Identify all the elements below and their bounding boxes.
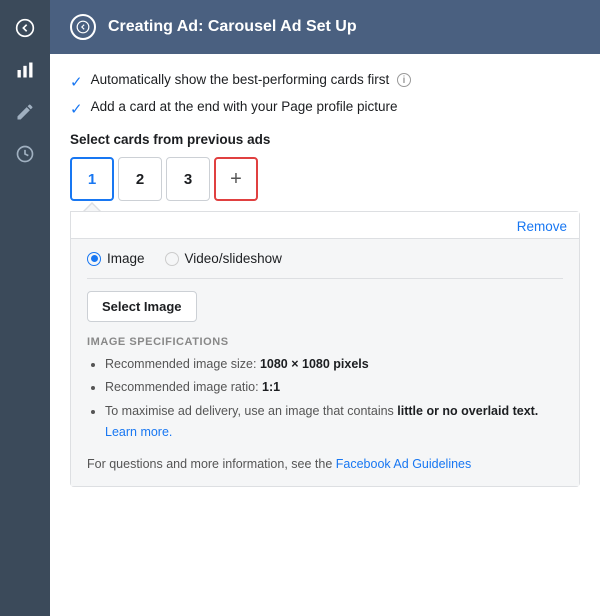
chart-icon[interactable]: [7, 52, 43, 88]
page-header: Creating Ad: Carousel Ad Set Up: [50, 0, 600, 54]
radio-label-video: Video/slideshow: [185, 251, 282, 266]
checkbox-best-performing: ✓ Automatically show the best-performing…: [70, 72, 580, 91]
main-content: Creating Ad: Carousel Ad Set Up ✓ Automa…: [50, 0, 600, 616]
footer-note: For questions and more information, see …: [87, 455, 563, 474]
select-image-button[interactable]: Select Image: [87, 291, 197, 322]
cards-row: 1 2 3 +: [70, 157, 580, 201]
check-icon-best-performing: ✓: [70, 73, 83, 91]
learn-more-link[interactable]: Learn more.: [105, 425, 172, 439]
radio-video[interactable]: Video/slideshow: [165, 251, 282, 266]
back-icon[interactable]: [7, 10, 43, 46]
image-specs-title: IMAGE SPECIFICATIONS: [87, 336, 563, 348]
facebook-guidelines-link[interactable]: Facebook Ad Guidelines: [336, 457, 472, 471]
card-panel: Remove Image Video/slideshow Select: [70, 211, 580, 487]
radio-circle-video: [165, 252, 179, 266]
image-specs-list: Recommended image size: 1080 × 1080 pixe…: [87, 354, 563, 443]
spec-item-ratio: Recommended image ratio: 1:1: [105, 377, 563, 398]
spec-item-text: To maximise ad delivery, use an image th…: [105, 401, 563, 444]
content-area: ✓ Automatically show the best-performing…: [50, 54, 600, 616]
header-back-icon[interactable]: [70, 14, 96, 40]
card-button-2[interactable]: 2: [118, 157, 162, 201]
pencil-icon[interactable]: [7, 94, 43, 130]
radio-circle-image: [87, 252, 101, 266]
page-title: Creating Ad: Carousel Ad Set Up: [108, 18, 357, 36]
card-button-1[interactable]: 1: [70, 157, 114, 201]
cards-section-title: Select cards from previous ads: [70, 132, 580, 147]
checkbox-label-page-profile: Add a card at the end with your Page pro…: [91, 99, 398, 114]
media-type-radio-row: Image Video/slideshow: [87, 251, 563, 266]
sidebar: [0, 0, 50, 616]
checkbox-page-profile: ✓ Add a card at the end with your Page p…: [70, 99, 580, 118]
card-add-button[interactable]: +: [214, 157, 258, 201]
panel-pointer: [70, 201, 580, 211]
info-icon-best-performing[interactable]: i: [397, 73, 411, 87]
card-panel-inner: Image Video/slideshow Select Image IMAGE…: [71, 238, 579, 486]
card-button-3[interactable]: 3: [166, 157, 210, 201]
check-icon-page-profile: ✓: [70, 100, 83, 118]
checkbox-label-best-performing: Automatically show the best-performing c…: [91, 72, 411, 87]
remove-link[interactable]: Remove: [517, 219, 567, 234]
radio-image[interactable]: Image: [87, 251, 145, 266]
divider: [87, 278, 563, 279]
spec-item-size: Recommended image size: 1080 × 1080 pixe…: [105, 354, 563, 375]
clock-icon[interactable]: [7, 136, 43, 172]
radio-label-image: Image: [107, 251, 145, 266]
remove-link-row: Remove: [71, 212, 579, 238]
